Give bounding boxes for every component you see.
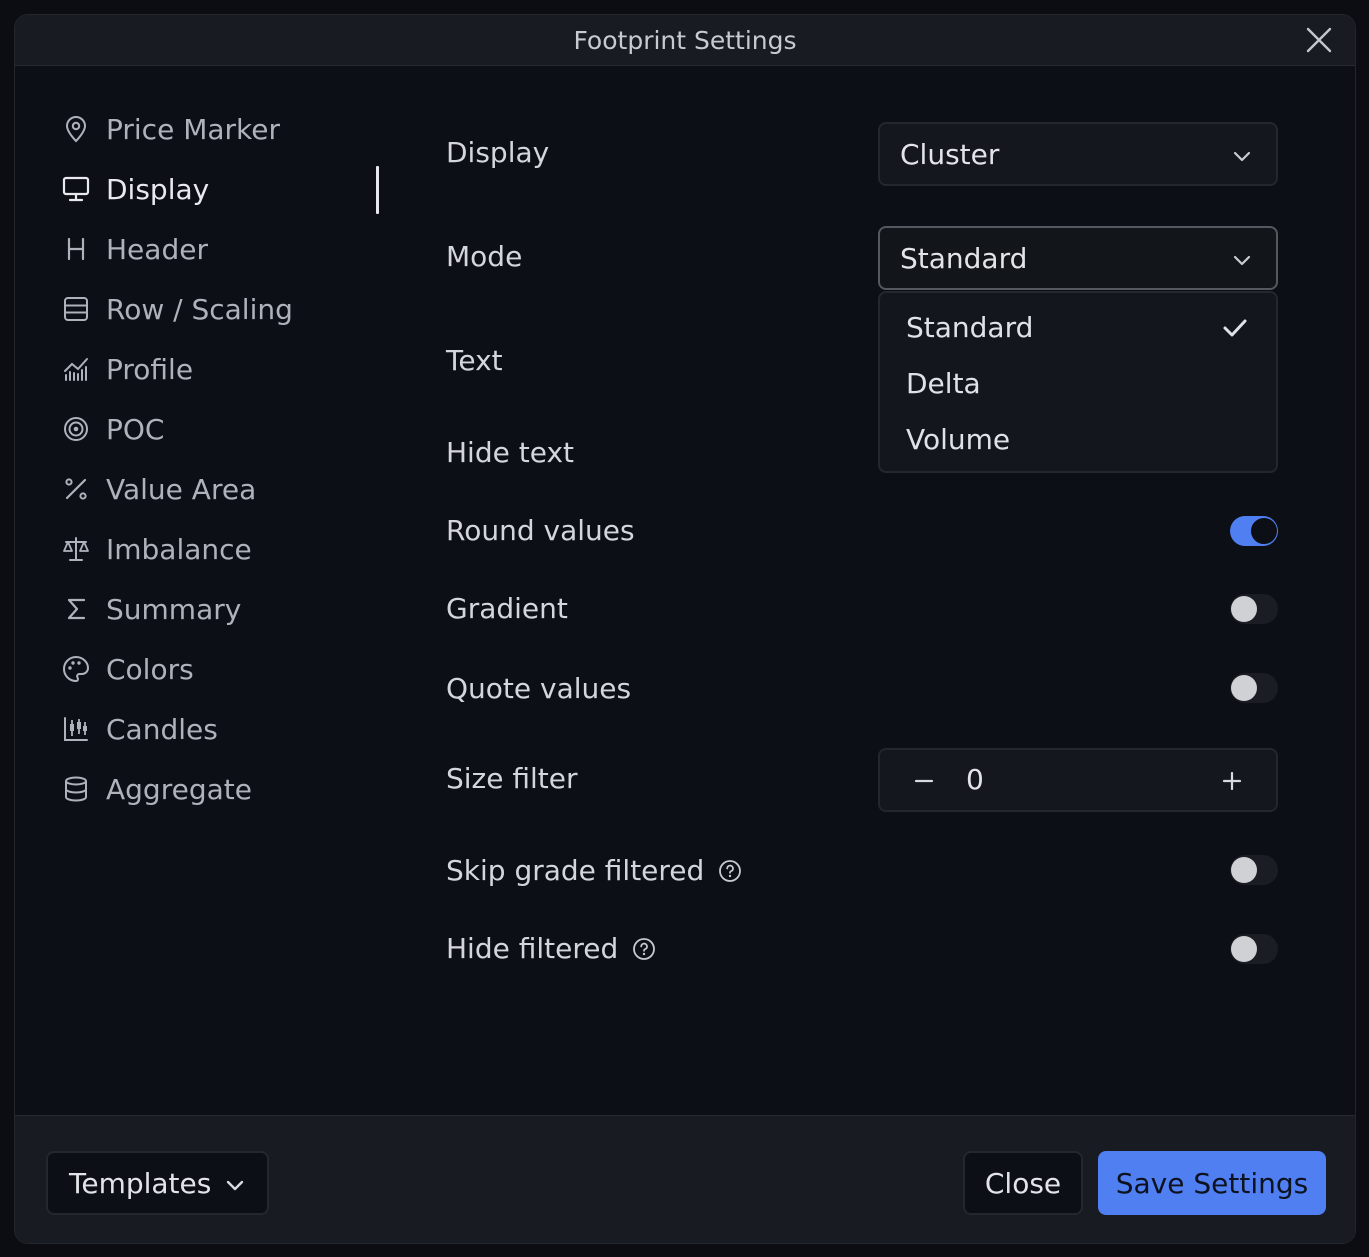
gradient-label: Gradient — [446, 592, 568, 625]
target-icon — [59, 412, 93, 446]
sidebar-item-value-area[interactable]: Value Area — [59, 459, 389, 519]
close-button[interactable]: Close — [963, 1151, 1083, 1215]
hide-text-label: Hide text — [446, 436, 574, 469]
candles-icon — [59, 712, 93, 746]
sidebar-item-label: Header — [106, 232, 208, 266]
sidebar-item-candles[interactable]: Candles — [59, 699, 389, 759]
sidebar-item-label: Summary — [106, 592, 242, 626]
skip-grade-filtered-label: Skip grade filtered — [446, 854, 705, 887]
text-label: Text — [446, 344, 503, 377]
sidebar-item-imbalance[interactable]: Imbalance — [59, 519, 389, 579]
mode-select[interactable]: Standard — [878, 226, 1278, 290]
sidebar-item-price-marker[interactable]: Price Marker — [59, 99, 389, 159]
hide-filtered-label: Hide filtered — [446, 932, 619, 965]
sidebar-item-label: POC — [106, 412, 165, 446]
mode-option-volume[interactable]: Volume — [906, 420, 1010, 460]
display-select-value: Cluster — [900, 137, 1000, 171]
mode-label: Mode — [446, 240, 523, 273]
skip-grade-filtered-row: Skip grade filtered — [446, 851, 742, 891]
sidebar-item-label: Candles — [106, 712, 218, 746]
chevron-down-icon — [1233, 255, 1251, 266]
sidebar-item-summary[interactable]: Summary — [59, 579, 389, 639]
sidebar-item-label: Display — [106, 172, 210, 206]
size-filter-stepper: 0 — [878, 748, 1278, 812]
help-icon[interactable] — [632, 937, 656, 961]
toggle-knob — [1251, 518, 1277, 544]
heading-icon — [59, 232, 93, 266]
dialog-footer: Templates Close Save Settings — [15, 1115, 1355, 1243]
percent-icon — [59, 472, 93, 506]
mode-option-standard[interactable]: Standard — [906, 308, 1033, 348]
toggle-knob — [1231, 857, 1257, 883]
display-select[interactable]: Cluster — [878, 122, 1278, 186]
sidebar-item-display[interactable]: Display — [59, 159, 389, 219]
sidebar-item-label: Aggregate — [106, 772, 252, 806]
sidebar-item-profile[interactable]: Profile — [59, 339, 389, 399]
sidebar-item-colors[interactable]: Colors — [59, 639, 389, 699]
check-icon — [1223, 319, 1247, 337]
hide-filtered-toggle[interactable] — [1230, 934, 1278, 964]
sidebar-item-label: Value Area — [106, 472, 257, 506]
save-settings-button[interactable]: Save Settings — [1098, 1151, 1326, 1215]
sidebar-item-label: Price Marker — [106, 112, 280, 146]
help-icon[interactable] — [718, 859, 742, 883]
quote-values-label: Quote values — [446, 672, 632, 705]
round-values-toggle[interactable] — [1230, 516, 1278, 546]
toggle-knob — [1231, 675, 1257, 701]
footprint-settings-dialog: Footprint Settings Price Marker Display … — [14, 14, 1356, 1244]
size-filter-label: Size filter — [446, 762, 578, 795]
sidebar-item-row-scaling[interactable]: Row / Scaling — [59, 279, 389, 339]
map-pin-icon — [59, 112, 93, 146]
sigma-icon — [59, 592, 93, 626]
sidebar-item-aggregate[interactable]: Aggregate — [59, 759, 389, 819]
mode-select-value: Standard — [900, 241, 1028, 275]
palette-icon — [59, 652, 93, 686]
mode-dropdown-menu: Standard Delta Volume — [878, 291, 1278, 473]
toggle-knob — [1231, 936, 1257, 962]
templates-button[interactable]: Templates — [46, 1151, 269, 1215]
chevron-down-icon — [226, 1180, 244, 1191]
monitor-icon — [59, 172, 93, 206]
sidebar-item-header[interactable]: Header — [59, 219, 389, 279]
hide-filtered-row: Hide filtered — [446, 929, 656, 969]
sidebar-item-poc[interactable]: POC — [59, 399, 389, 459]
chart-bars-icon — [59, 352, 93, 386]
settings-panel: Display Cluster Mode Standard Text Hide … — [446, 15, 1326, 1115]
mode-option-delta[interactable]: Delta — [906, 364, 981, 404]
gradient-toggle[interactable] — [1230, 594, 1278, 624]
quote-values-toggle[interactable] — [1230, 673, 1278, 703]
round-values-label: Round values — [446, 514, 635, 547]
rows-icon — [59, 292, 93, 326]
sidebar-item-label: Profile — [106, 352, 194, 386]
sidebar-item-label: Row / Scaling — [106, 292, 293, 326]
plus-icon[interactable] — [1218, 767, 1246, 795]
minus-icon[interactable] — [910, 767, 938, 795]
sidebar: Price Marker Display Header Row / Scalin… — [59, 99, 389, 819]
database-icon — [59, 772, 93, 806]
templates-label: Templates — [69, 1166, 212, 1200]
sidebar-item-label: Imbalance — [106, 532, 252, 566]
skip-grade-filtered-toggle[interactable] — [1230, 855, 1278, 885]
chevron-down-icon — [1233, 151, 1251, 162]
sidebar-item-label: Colors — [106, 652, 194, 686]
size-filter-value[interactable]: 0 — [966, 760, 984, 800]
toggle-knob — [1231, 596, 1257, 622]
display-label: Display — [446, 136, 550, 169]
scale-icon — [59, 532, 93, 566]
